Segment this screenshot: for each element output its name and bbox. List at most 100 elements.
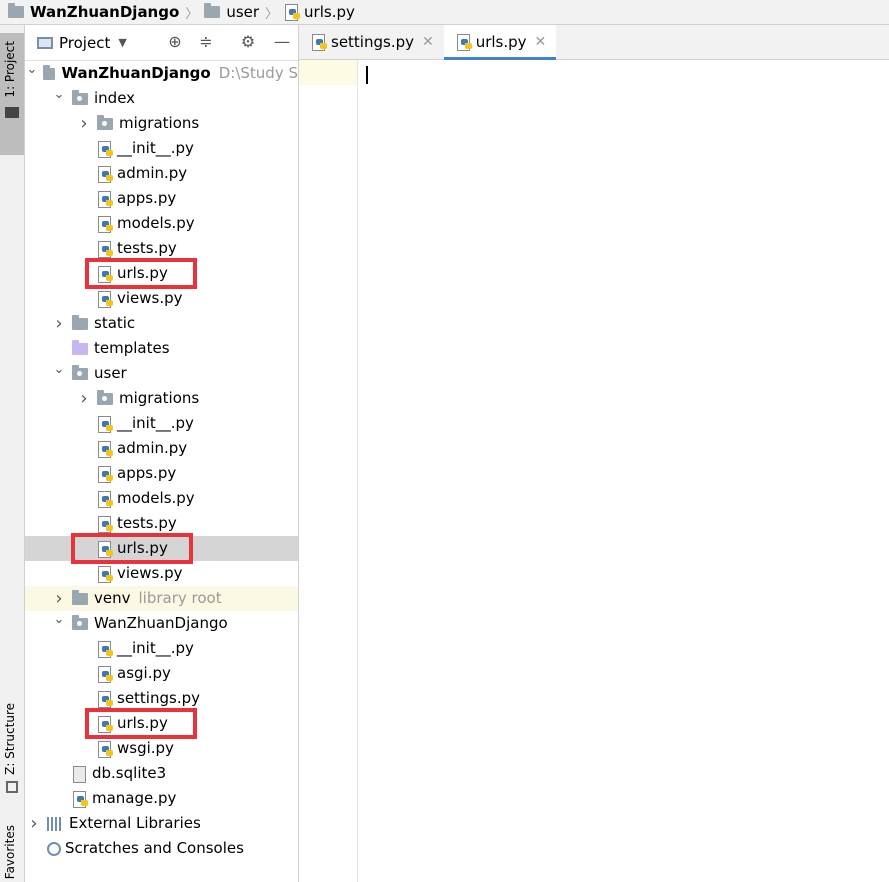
python-file-icon bbox=[97, 190, 113, 208]
package-folder-icon bbox=[72, 89, 88, 105]
tree-item-label: wsgi.py bbox=[117, 739, 174, 757]
chevron-down-icon[interactable]: ▼ bbox=[118, 36, 126, 49]
code-editor[interactable] bbox=[358, 60, 889, 882]
current-line-highlight bbox=[299, 60, 357, 85]
tree-item[interactable]: views.py bbox=[25, 561, 298, 586]
chevron-right-icon: 〉 bbox=[185, 6, 199, 22]
chevron-right-icon[interactable]: › bbox=[52, 311, 66, 336]
chevron-right-icon[interactable]: › bbox=[77, 386, 91, 411]
tree-item[interactable]: Scratches and Consoles bbox=[25, 836, 298, 861]
folder-icon bbox=[72, 589, 88, 605]
tab-urls-py[interactable]: urls.py ✕ bbox=[443, 25, 557, 60]
tab-settings-py[interactable]: settings.py ✕ bbox=[299, 25, 444, 59]
tree-item[interactable]: ⌄ WanZhuanDjango bbox=[25, 611, 298, 636]
template-folder-icon bbox=[72, 339, 88, 355]
tree-item[interactable]: ⌄ index bbox=[25, 86, 298, 111]
tree-item-label: Scratches and Consoles bbox=[65, 839, 244, 857]
tree-item[interactable]: › migrations bbox=[25, 386, 298, 411]
tree-item[interactable]: ⌄ user bbox=[25, 361, 298, 386]
folder-icon bbox=[43, 64, 56, 80]
tree-item-label: db.sqlite3 bbox=[92, 764, 167, 782]
tree-item[interactable]: apps.py bbox=[25, 186, 298, 211]
tree-item-hint: library root bbox=[138, 589, 222, 607]
folder-icon bbox=[204, 3, 221, 18]
tree-item-label: WanZhuanDjango bbox=[94, 614, 228, 632]
folder-icon bbox=[72, 314, 88, 330]
chevron-down-icon[interactable]: ⌄ bbox=[52, 87, 66, 102]
python-file-icon bbox=[97, 140, 113, 158]
chevron-down-icon[interactable]: ⌄ bbox=[27, 62, 38, 77]
tree-item-label: __init__.py bbox=[117, 139, 194, 157]
tree-item[interactable]: views.py bbox=[25, 286, 298, 311]
tree-item-label: migrations bbox=[119, 114, 200, 132]
breadcrumb-file[interactable]: urls.py bbox=[284, 0, 355, 24]
tree-item[interactable]: › venv library root bbox=[25, 586, 298, 611]
tree-item[interactable]: › migrations bbox=[25, 111, 298, 136]
tree-item[interactable]: models.py bbox=[25, 486, 298, 511]
python-file-icon bbox=[284, 4, 301, 21]
tree-item[interactable]: manage.py bbox=[25, 786, 298, 811]
project-view-selector[interactable]: Project bbox=[59, 34, 110, 52]
tree-item[interactable]: __init__.py bbox=[25, 136, 298, 161]
close-icon[interactable]: ✕ bbox=[535, 34, 547, 50]
tree-item[interactable]: models.py bbox=[25, 211, 298, 236]
tree-item-label: External Libraries bbox=[69, 814, 201, 832]
tree-item[interactable]: admin.py bbox=[25, 436, 298, 461]
tree-item-label: static bbox=[94, 314, 136, 332]
tree-item-label: models.py bbox=[117, 214, 195, 232]
minimize-icon[interactable]: — bbox=[273, 33, 291, 51]
tree-item[interactable]: __init__.py bbox=[25, 636, 298, 661]
navigation-bar: WanZhuanDjango 〉 user 〉 urls.py bbox=[0, 0, 889, 25]
chevron-right-icon[interactable]: › bbox=[52, 586, 66, 611]
chevron-right-icon[interactable]: › bbox=[77, 111, 91, 136]
python-file-icon bbox=[97, 665, 113, 683]
gear-icon[interactable]: ⚙ bbox=[239, 33, 257, 51]
tree-item[interactable]: apps.py bbox=[25, 461, 298, 486]
tab-label: urls.py bbox=[475, 33, 527, 51]
python-file-icon bbox=[97, 290, 113, 308]
tree-item-label: apps.py bbox=[117, 189, 177, 207]
breadcrumb-file-label: urls.py bbox=[304, 3, 355, 21]
chevron-down-icon[interactable]: ⌄ bbox=[52, 612, 66, 627]
tree-item[interactable]: __init__.py bbox=[25, 411, 298, 436]
favorites-tool-tab-label: Favorites bbox=[3, 825, 17, 880]
collapse-icon[interactable]: ≑ bbox=[197, 33, 215, 51]
tree-item[interactable]: db.sqlite3 bbox=[25, 761, 298, 786]
python-file-icon bbox=[97, 640, 113, 658]
tree-item-label: user bbox=[94, 364, 127, 382]
tree-item-label: __init__.py bbox=[117, 639, 194, 657]
python-file-icon bbox=[97, 465, 113, 483]
breadcrumb-project[interactable]: WanZhuanDjango bbox=[0, 0, 179, 24]
tree-item[interactable]: admin.py bbox=[25, 161, 298, 186]
python-file-icon bbox=[72, 790, 88, 808]
project-panel-toolbar: Project ▼ ⊕ ≑ ⚙ — bbox=[25, 25, 298, 61]
tree-item[interactable]: asgi.py bbox=[25, 661, 298, 686]
tree-item[interactable]: wsgi.py bbox=[25, 736, 298, 761]
tree-item[interactable]: › static bbox=[25, 311, 298, 336]
folder-icon bbox=[8, 3, 24, 18]
project-panel: Project ▼ ⊕ ≑ ⚙ — ⌄ WanZhuanDjango D:\Stud… bbox=[25, 25, 299, 882]
project-tool-tab[interactable]: 1: Project bbox=[0, 33, 24, 155]
package-folder-icon bbox=[97, 389, 113, 405]
chevron-down-icon[interactable]: ⌄ bbox=[52, 362, 66, 377]
tree-item[interactable]: › External Libraries bbox=[25, 811, 298, 836]
project-tool-tab-label: 1: Project bbox=[3, 41, 17, 98]
library-icon bbox=[47, 816, 63, 831]
close-icon[interactable]: ✕ bbox=[422, 34, 434, 50]
editor-area: settings.py ✕ urls.py ✕ bbox=[299, 25, 889, 882]
tree-item-label: WanZhuanDjango bbox=[61, 64, 211, 82]
tree-item[interactable]: ⌄ WanZhuanDjango D:\Study S bbox=[25, 61, 299, 86]
chevron-right-icon[interactable]: › bbox=[27, 811, 41, 836]
tree-item-label: manage.py bbox=[92, 789, 177, 807]
tab-label: settings.py bbox=[331, 33, 414, 51]
tool-window-strip: 1: Project Z: Structure Favorites bbox=[0, 25, 25, 882]
python-file-icon bbox=[97, 440, 113, 458]
tree-item-label: views.py bbox=[117, 564, 183, 582]
locate-icon[interactable]: ⊕ bbox=[166, 33, 184, 51]
tree-item-label: venv bbox=[94, 589, 131, 607]
red-highlight-box bbox=[85, 258, 197, 289]
breadcrumb-folder[interactable]: user bbox=[204, 0, 259, 24]
tree-item[interactable]: templates bbox=[25, 336, 298, 361]
tree-item-label: apps.py bbox=[117, 464, 177, 482]
python-file-icon bbox=[311, 34, 327, 51]
